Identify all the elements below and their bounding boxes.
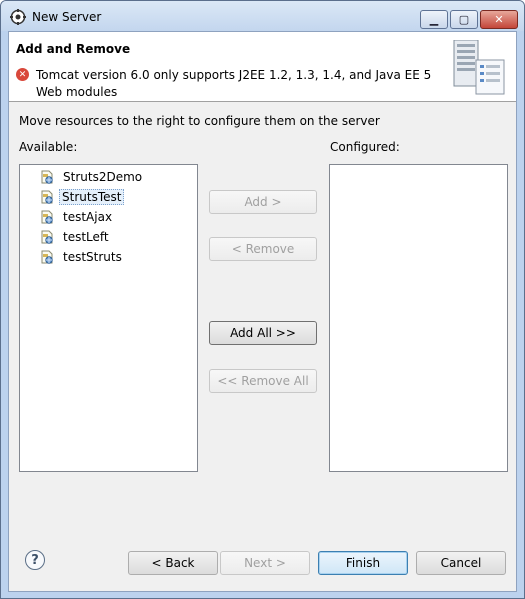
error-message: Tomcat version 6.0 only supports J2EE 1.… xyxy=(36,68,432,99)
finish-button[interactable]: Finish xyxy=(318,551,408,575)
back-button[interactable]: < Back xyxy=(128,551,218,575)
window-title: New Server xyxy=(32,10,102,24)
list-item[interactable]: Struts2Demo xyxy=(40,168,149,186)
finish-button-label: Finish xyxy=(345,556,381,570)
remove-button[interactable]: < Remove xyxy=(209,237,317,261)
add-all-button-label: Add All >> xyxy=(230,326,296,340)
next-button-label: Next > xyxy=(244,556,286,570)
list-item[interactable]: testAjax xyxy=(40,208,119,226)
configured-list[interactable] xyxy=(329,164,508,472)
add-all-button[interactable]: Add All >> xyxy=(209,321,317,345)
remove-all-button[interactable]: << Remove All xyxy=(209,369,317,393)
list-item-label: testLeft xyxy=(63,230,109,244)
remove-button-label: < Remove xyxy=(231,242,295,256)
web-project-icon xyxy=(41,170,53,184)
web-project-icon xyxy=(41,210,53,224)
back-button-label: < Back xyxy=(151,556,195,570)
remove-all-button-label: << Remove All xyxy=(217,374,309,388)
eclipse-gear-icon xyxy=(10,9,26,25)
page-title: Add and Remove xyxy=(16,42,131,56)
web-project-icon xyxy=(41,250,53,264)
cancel-button[interactable]: Cancel xyxy=(416,551,506,575)
available-list[interactable]: Struts2Demo StrutsTest testAjax testLeft tes… xyxy=(19,164,198,472)
list-item-label: Struts2Demo xyxy=(63,170,143,184)
close-button[interactable]: ✕ xyxy=(480,10,518,29)
list-item-label: testStruts xyxy=(63,250,122,264)
help-icon[interactable]: ? xyxy=(25,550,45,570)
list-item-label: testAjax xyxy=(63,210,113,224)
minimize-icon: ▁ xyxy=(429,13,439,26)
error-icon: ✕ xyxy=(16,68,29,81)
list-item[interactable]: testLeft xyxy=(40,228,116,246)
next-button[interactable]: Next > xyxy=(220,551,310,575)
maximize-icon: ▢ xyxy=(458,13,470,26)
configured-label: Configured: xyxy=(330,140,400,154)
wizard-header: Add and Remove ✕ Tomcat version 6.0 only… xyxy=(9,32,516,102)
web-project-icon xyxy=(41,230,53,244)
cancel-button-label: Cancel xyxy=(440,556,482,570)
new-server-dialog: New Server ▁ ▢ ✕ Add and Remove ✕ Tomcat… xyxy=(0,0,525,599)
list-item-label: StrutsTest xyxy=(59,189,125,205)
help-glyph: ? xyxy=(31,552,39,568)
add-button[interactable]: Add > xyxy=(209,190,317,214)
list-item[interactable]: testStruts xyxy=(40,248,129,266)
server-illustration-icon xyxy=(453,40,505,95)
web-project-icon xyxy=(41,190,53,204)
close-icon: ✕ xyxy=(494,13,504,26)
instruction-text: Move resources to the right to configure… xyxy=(19,114,380,128)
available-label: Available: xyxy=(19,140,78,154)
list-item[interactable]: StrutsTest xyxy=(40,188,127,206)
title-bar: New Server ▁ ▢ ✕ xyxy=(1,1,524,31)
maximize-button[interactable]: ▢ xyxy=(450,10,478,29)
minimize-button[interactable]: ▁ xyxy=(420,10,448,29)
dialog-body: Add and Remove ✕ Tomcat version 6.0 only… xyxy=(8,31,517,592)
add-button-label: Add > xyxy=(244,195,282,209)
